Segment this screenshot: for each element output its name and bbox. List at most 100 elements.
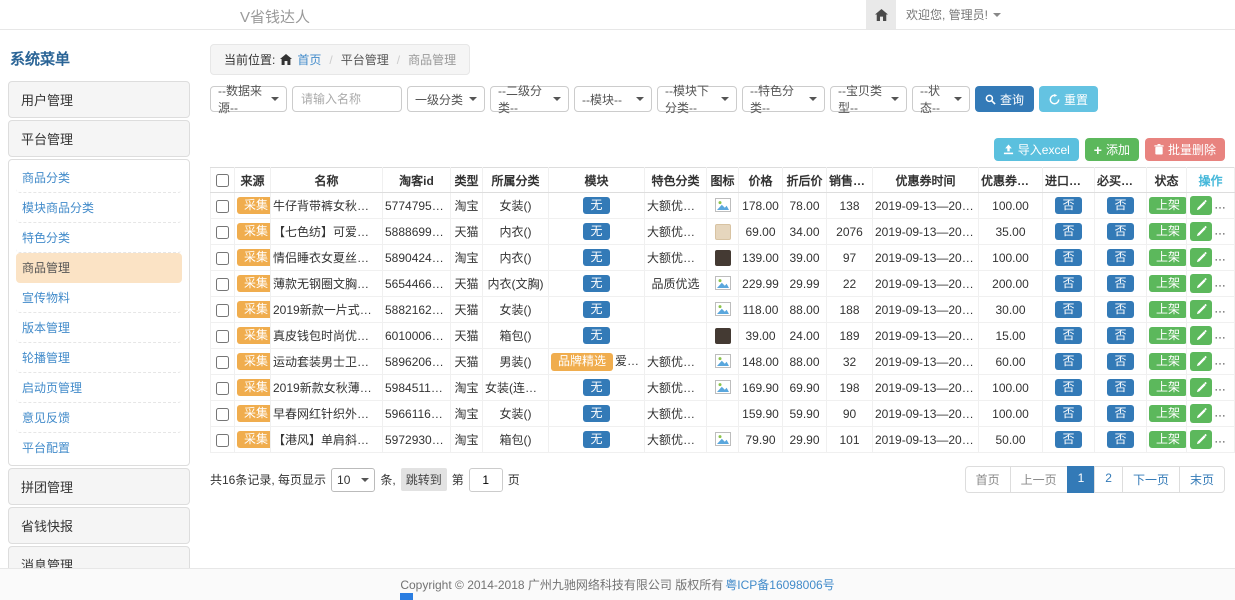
row-checkbox[interactable] — [216, 200, 229, 213]
jump-page-input[interactable] — [469, 468, 503, 492]
sidebar-item-carousel-management[interactable]: 轮播管理 — [16, 343, 182, 373]
reset-button[interactable]: 重置 — [1039, 86, 1098, 112]
row-checkbox[interactable] — [216, 226, 229, 239]
must-buy-badge[interactable]: 否 — [1107, 379, 1133, 397]
module-badge[interactable]: 无 — [583, 431, 609, 449]
feature-category-select[interactable]: --特色分类-- — [742, 86, 825, 112]
edit-button[interactable] — [1190, 430, 1212, 449]
import-select-badge[interactable]: 否 — [1055, 301, 1081, 319]
sidebar-item-module-goods-category[interactable]: 模块商品分类 — [16, 193, 182, 223]
must-buy-badge[interactable]: 否 — [1107, 405, 1133, 423]
page-button-1[interactable]: 上一页 — [1010, 466, 1068, 493]
row-checkbox[interactable] — [216, 356, 229, 369]
import-select-badge[interactable]: 否 — [1055, 197, 1081, 215]
sidebar-group-platform-management[interactable]: 平台管理 — [8, 120, 190, 157]
page-size-select[interactable]: 10 — [331, 468, 375, 492]
row-checkbox[interactable] — [216, 434, 229, 447]
module-badge[interactable]: 无 — [583, 327, 609, 345]
home-button[interactable] — [866, 0, 896, 29]
edit-button[interactable] — [1190, 222, 1212, 241]
sidebar-group-group-buy-management[interactable]: 拼团管理 — [8, 468, 190, 505]
page-button-5[interactable]: 末页 — [1179, 466, 1225, 493]
breadcrumb-home-link[interactable]: 首页 — [297, 51, 321, 68]
sidebar-group-money-saving-express[interactable]: 省钱快报 — [8, 507, 190, 544]
user-menu[interactable]: 欢迎您, 管理员! — [906, 0, 1001, 29]
module-subcategory-select[interactable]: --模块下分类-- — [657, 86, 737, 112]
import-select-badge[interactable]: 否 — [1055, 223, 1081, 241]
item-type-select[interactable]: --宝贝类型-- — [830, 86, 907, 112]
page-button-0[interactable]: 首页 — [965, 466, 1011, 493]
import-select-badge[interactable]: 否 — [1055, 275, 1081, 293]
import-select-badge[interactable]: 否 — [1055, 249, 1081, 267]
add-button[interactable]: + 添加 — [1085, 138, 1139, 161]
must-buy-badge[interactable]: 否 — [1107, 223, 1133, 241]
import-select-badge[interactable]: 否 — [1055, 353, 1081, 371]
status-badge[interactable]: 上架 — [1149, 197, 1187, 215]
sidebar-item-splash-page-management[interactable]: 启动页管理 — [16, 373, 182, 403]
sidebar-item-version-management[interactable]: 版本管理 — [16, 313, 182, 343]
sidebar-group-user-management[interactable]: 用户管理 — [8, 81, 190, 118]
import-select-badge[interactable]: 否 — [1055, 405, 1081, 423]
edit-button[interactable] — [1190, 352, 1212, 371]
edit-button[interactable] — [1190, 378, 1212, 397]
status-badge[interactable]: 上架 — [1149, 223, 1187, 241]
row-checkbox[interactable] — [216, 382, 229, 395]
level1-category-select[interactable]: 一级分类 — [407, 86, 485, 112]
page-button-4[interactable]: 下一页 — [1122, 466, 1180, 493]
goods-name-input[interactable] — [292, 86, 402, 112]
sidebar-item-promo-material[interactable]: 宣传物料 — [16, 283, 182, 313]
status-badge[interactable]: 上架 — [1149, 431, 1187, 449]
level2-category-select[interactable]: --二级分类-- — [490, 86, 569, 112]
import-select-badge[interactable]: 否 — [1055, 431, 1081, 449]
module-badge[interactable]: 无 — [583, 301, 609, 319]
row-checkbox[interactable] — [216, 278, 229, 291]
sidebar-item-feature-category[interactable]: 特色分类 — [16, 223, 182, 253]
edit-button[interactable] — [1190, 248, 1212, 267]
edit-button[interactable] — [1190, 404, 1212, 423]
search-button[interactable]: 查询 — [975, 86, 1034, 112]
edit-button[interactable] — [1190, 196, 1212, 215]
must-buy-badge[interactable]: 否 — [1107, 327, 1133, 345]
must-buy-badge[interactable]: 否 — [1107, 301, 1133, 319]
page-button-3[interactable]: 2 — [1094, 466, 1123, 493]
import-select-badge[interactable]: 否 — [1055, 327, 1081, 345]
module-badge[interactable]: 无 — [583, 379, 609, 397]
must-buy-badge[interactable]: 否 — [1107, 275, 1133, 293]
module-select[interactable]: --模块-- — [574, 86, 652, 112]
row-checkbox[interactable] — [216, 304, 229, 317]
must-buy-badge[interactable]: 否 — [1107, 197, 1133, 215]
batch-delete-button[interactable]: 批量删除 — [1145, 138, 1225, 161]
import-select-badge[interactable]: 否 — [1055, 379, 1081, 397]
import-excel-button[interactable]: 导入excel — [994, 138, 1079, 161]
page-button-2[interactable]: 1 — [1067, 466, 1096, 493]
select-all-checkbox[interactable] — [216, 174, 229, 187]
row-checkbox[interactable] — [216, 330, 229, 343]
status-select[interactable]: --状态-- — [912, 86, 970, 112]
module-badge[interactable]: 无 — [583, 249, 609, 267]
module-badge[interactable]: 无 — [583, 197, 609, 215]
must-buy-badge[interactable]: 否 — [1107, 249, 1133, 267]
sidebar-item-feedback[interactable]: 意见反馈 — [16, 403, 182, 433]
status-badge[interactable]: 上架 — [1149, 327, 1187, 345]
status-badge[interactable]: 上架 — [1149, 379, 1187, 397]
sidebar-item-goods-category[interactable]: 商品分类 — [16, 163, 182, 193]
sidebar-item-platform-config[interactable]: 平台配置 — [16, 433, 182, 462]
edit-button[interactable] — [1190, 300, 1212, 319]
must-buy-badge[interactable]: 否 — [1107, 431, 1133, 449]
edit-button[interactable] — [1190, 274, 1212, 293]
status-badge[interactable]: 上架 — [1149, 353, 1187, 371]
row-checkbox[interactable] — [216, 252, 229, 265]
module-badge[interactable]: 无 — [583, 223, 609, 241]
status-badge[interactable]: 上架 — [1149, 301, 1187, 319]
row-checkbox[interactable] — [216, 408, 229, 421]
must-buy-badge[interactable]: 否 — [1107, 353, 1133, 371]
data-source-select[interactable]: --数据来源-- — [210, 86, 287, 112]
status-badge[interactable]: 上架 — [1149, 405, 1187, 423]
icp-link[interactable]: 粤ICP备16098006号 — [725, 576, 834, 593]
status-badge[interactable]: 上架 — [1149, 275, 1187, 293]
status-badge[interactable]: 上架 — [1149, 249, 1187, 267]
edit-button[interactable] — [1190, 326, 1212, 345]
module-badge[interactable]: 无 — [583, 405, 609, 423]
jump-button[interactable]: 跳转到 — [401, 468, 447, 491]
module-badge[interactable]: 无 — [583, 275, 609, 293]
